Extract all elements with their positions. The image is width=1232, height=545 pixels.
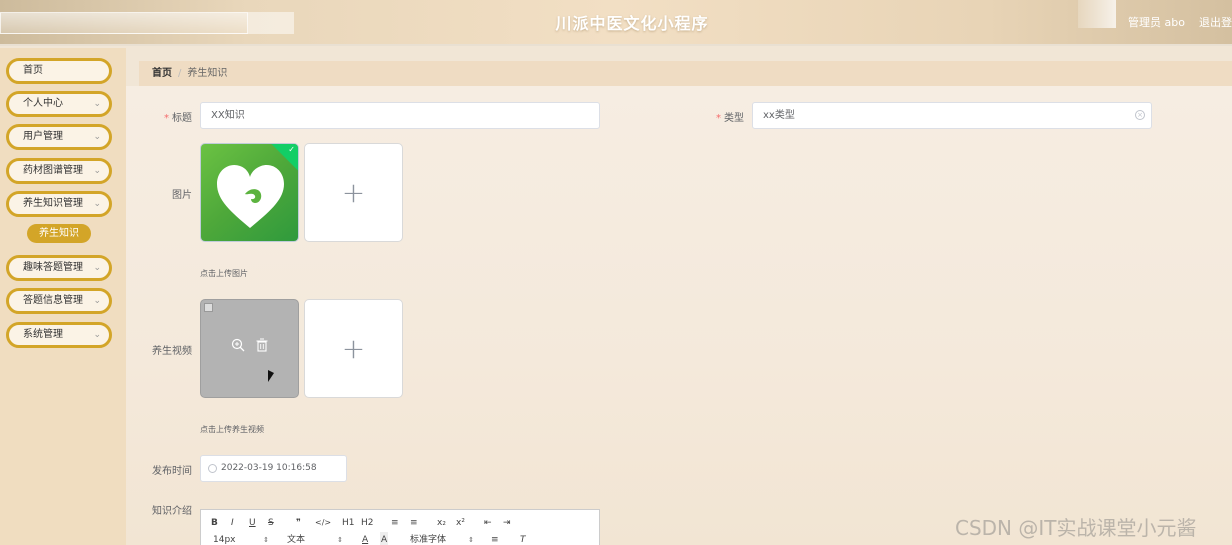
checkmark-icon: ✓ <box>288 145 295 154</box>
superscript-button[interactable]: x² <box>456 515 465 531</box>
intro-label: 知识介绍 <box>152 506 192 517</box>
font-family-select[interactable]: 标准字体 ⇕ <box>410 532 474 545</box>
sidebar-item-label: 系统管理 <box>23 329 63 340</box>
underline-button[interactable]: U <box>249 515 256 531</box>
image-upload-hint: 点击上传图片 <box>200 269 248 278</box>
font-size-select[interactable]: 14px ⇕ <box>213 532 269 545</box>
admin-user-label: 管理员 abo <box>1128 16 1185 29</box>
uploaded-image-thumbnail[interactable]: ✓ <box>200 143 299 242</box>
sidebar-item-answer-info-management[interactable]: 答题信息管理 ⌄ <box>6 288 112 314</box>
bullet-list-button[interactable]: ≡ <box>410 515 418 531</box>
top-header: 川派中医文化小程序 管理员 abo 退出登录 <box>0 0 1232 46</box>
breadcrumb-home[interactable]: 首页 <box>152 68 172 79</box>
breadcrumb-current: 养生知识 <box>187 68 228 79</box>
publish-time-value: 2022-03-19 10:16:58 <box>221 463 317 473</box>
delete-icon[interactable] <box>255 338 269 352</box>
heart-logo-icon <box>217 164 284 228</box>
sidebar-item-label: 养生知识管理 <box>23 198 83 209</box>
chevron-down-icon: ⌄ <box>93 199 101 209</box>
sidebar-subitem-health-knowledge[interactable]: 养生知识 <box>27 224 91 243</box>
align-icon[interactable]: ≡ <box>491 532 499 545</box>
sidebar-item-label: 用户管理 <box>23 131 63 142</box>
video-label: 养生视频 <box>152 346 192 357</box>
type-select-value: xx类型 <box>763 110 795 121</box>
chevron-down-icon: ⌄ <box>93 296 101 306</box>
sidebar-item-personal-center[interactable]: 个人中心 ⌄ <box>6 91 112 117</box>
bold-button[interactable]: B <box>211 515 218 531</box>
select-arrow-icon: ⇕ <box>337 536 343 544</box>
rich-text-editor[interactable]: B I U S ❞ </> H1 H2 ≡ ≡ x₂ x² ⇤ ⇥ 14px ⇕ … <box>200 509 600 545</box>
zoom-in-icon[interactable] <box>231 338 245 352</box>
publish-time-label: 发布时间 <box>152 466 192 477</box>
type-label: * 类型 <box>716 113 744 124</box>
background-color-icon[interactable]: A <box>380 532 389 545</box>
code-block-button[interactable]: </> <box>315 515 331 531</box>
select-arrow-icon: ⇕ <box>263 536 269 544</box>
chevron-down-icon: ⌄ <box>93 330 101 340</box>
breadcrumb: 首页 / 养生知识 <box>139 61 1232 86</box>
subscript-button[interactable]: x₂ <box>437 515 446 531</box>
sidebar-item-user-management[interactable]: 用户管理 ⌄ <box>6 124 112 150</box>
chevron-down-icon: ⌄ <box>93 132 101 142</box>
title-input[interactable]: XX知识 <box>200 102 600 129</box>
select-arrow-icon: ⇕ <box>468 536 474 544</box>
broken-image-icon <box>204 303 213 312</box>
sidebar-item-label: 个人中心 <box>23 98 63 109</box>
chevron-down-icon: ⌄ <box>93 166 101 176</box>
watermark: CSDN @IT实战课堂小元酱 <box>955 516 1197 540</box>
publish-time-picker[interactable]: 2022-03-19 10:16:58 <box>200 455 347 482</box>
clear-icon[interactable]: × <box>1135 110 1145 120</box>
video-upload-button[interactable]: + <box>304 299 403 398</box>
clock-icon <box>208 464 217 473</box>
sidebar-item-label: 首页 <box>23 65 43 76</box>
plus-icon: + <box>341 176 366 209</box>
text-style-select[interactable]: 文本 ⇕ <box>287 532 343 545</box>
chevron-down-icon: ⌄ <box>93 99 101 109</box>
clear-format-icon[interactable]: T <box>520 532 526 545</box>
image-upload-button[interactable]: + <box>304 143 403 242</box>
editor-toolbar-row: 14px ⇕ 文本 ⇕ A A 标准字体 ⇕ ≡ T <box>201 532 599 545</box>
logout-link[interactable]: 退出登录 <box>1199 14 1232 30</box>
font-color-icon[interactable]: A <box>362 532 368 545</box>
required-asterisk: * <box>716 113 721 124</box>
title-label: * 标题 <box>164 113 192 124</box>
chevron-down-icon: ⌄ <box>93 263 101 273</box>
breadcrumb-separator: / <box>178 68 182 79</box>
sidebar-item-label: 趣味答题管理 <box>23 262 83 273</box>
app-title: 川派中医文化小程序 <box>555 14 709 33</box>
header1-button[interactable]: H1 <box>342 515 355 531</box>
strikethrough-button[interactable]: S <box>268 515 274 531</box>
sidebar-item-label: 答题信息管理 <box>23 295 83 306</box>
blockquote-button[interactable]: ❞ <box>296 515 301 531</box>
required-asterisk: * <box>164 113 169 124</box>
sidebar-item-home[interactable]: 首页 <box>6 58 112 84</box>
mouse-cursor-icon <box>268 370 274 382</box>
uploaded-video-thumbnail[interactable] <box>200 299 299 398</box>
sidebar-item-health-knowledge-management[interactable]: 养生知识管理 ⌄ <box>6 191 112 217</box>
video-upload-hint: 点击上传养生视频 <box>200 425 264 434</box>
editor-toolbar-row: B I U S ❞ </> H1 H2 ≡ ≡ x₂ x² ⇤ ⇥ <box>201 515 599 531</box>
ordered-list-button[interactable]: ≡ <box>391 515 399 531</box>
type-select[interactable]: xx类型 × <box>752 102 1152 129</box>
sidebar-item-herb-atlas-management[interactable]: 药材图谱管理 ⌄ <box>6 158 112 184</box>
thumbnail-actions <box>231 338 271 354</box>
sidebar-item-system-management[interactable]: 系统管理 ⌄ <box>6 322 112 348</box>
sidebar-item-label: 药材图谱管理 <box>23 165 83 176</box>
sidebar: 首页 个人中心 ⌄ 用户管理 ⌄ 药材图谱管理 ⌄ 养生知识管理 ⌄ 养生知识 … <box>0 48 126 545</box>
plus-icon: + <box>341 332 366 365</box>
header2-button[interactable]: H2 <box>361 515 374 531</box>
italic-button[interactable]: I <box>231 515 234 531</box>
image-label: 图片 <box>172 190 192 201</box>
indent-button[interactable]: ⇥ <box>503 515 511 531</box>
outdent-button[interactable]: ⇤ <box>484 515 492 531</box>
sidebar-item-quiz-management[interactable]: 趣味答题管理 ⌄ <box>6 255 112 281</box>
